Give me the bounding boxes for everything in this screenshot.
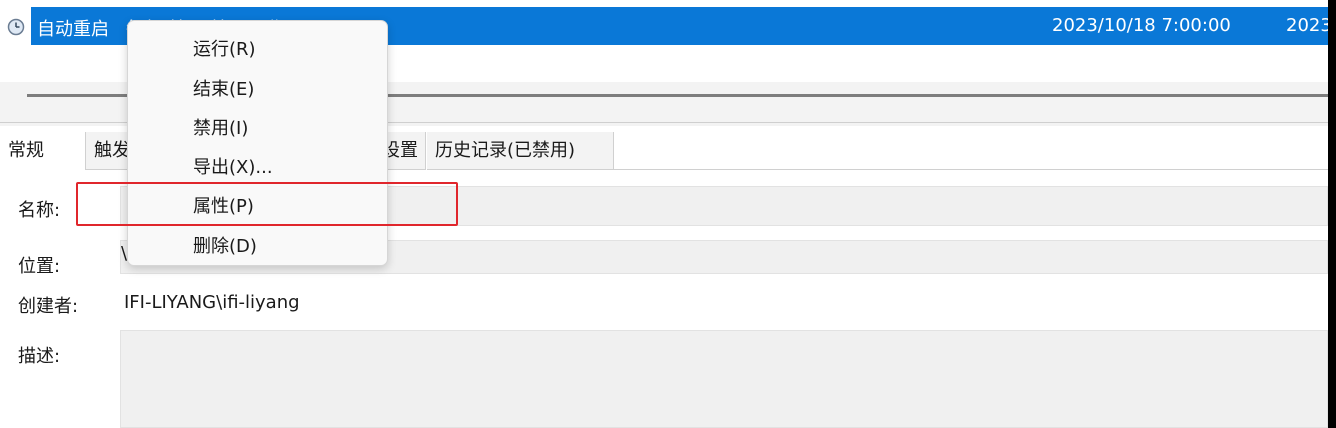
menu-item-export[interactable]: 导出(X)... [193, 153, 273, 179]
description-field[interactable] [120, 330, 1328, 428]
task-name: 自动重启 [37, 19, 109, 40]
tab-strip-border [614, 169, 1328, 170]
task-scheduler-window: 自动重启 每年 某月 某日 星期 7:00 2023/10/18 7:00:00… [0, 0, 1328, 428]
annotation-highlight-box [76, 182, 458, 226]
author-value: IFI-LIYANG\ifi-liyang [124, 292, 300, 313]
description-label: 描述: [18, 346, 61, 367]
location-label: 位置: [18, 256, 61, 277]
clock-icon [7, 18, 25, 36]
menu-item-delete[interactable]: 删除(D) [193, 232, 257, 258]
name-label: 名称: [18, 200, 61, 221]
task-next-run-time: 2023/10/18 7:00:00 [1052, 15, 1231, 36]
menu-item-disable[interactable]: 禁用(I) [193, 114, 248, 140]
tab-general[interactable]: 常规 [0, 132, 86, 170]
tab-history[interactable]: 历史记录(已禁用) [427, 132, 614, 170]
task-last-run-time: 2023/ [1286, 15, 1328, 36]
menu-item-end[interactable]: 结束(E) [193, 75, 254, 101]
menu-item-run[interactable]: 运行(R) [193, 35, 256, 61]
context-menu: 运行(R) 结束(E) 禁用(I) 导出(X)... 属性(P) 删除(D) [127, 20, 388, 266]
author-label: 创建者: [18, 296, 79, 317]
